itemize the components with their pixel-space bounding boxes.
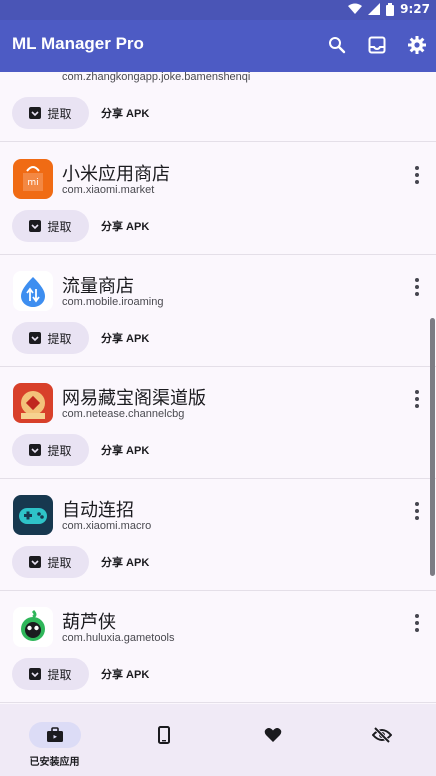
scrollbar[interactable] [430, 318, 435, 576]
wifi-icon [348, 3, 363, 14]
visibility-off-icon [371, 727, 392, 743]
share-apk-button[interactable]: 分享 APK [101, 330, 149, 346]
archive-icon [29, 220, 42, 232]
extract-button[interactable]: 提取 [12, 434, 89, 466]
app-name: 流量商店 [62, 276, 134, 297]
list-item[interactable]: 网易藏宝阁渠道版 com.netease.channelcbg 提取 分享 AP… [0, 367, 436, 479]
huluxia-icon [13, 607, 53, 647]
more-vert-icon[interactable] [408, 163, 426, 187]
package-name: com.mobile.iroaming [62, 296, 164, 308]
package-name: com.huluxia.gametools [62, 632, 175, 644]
app-name: 小米应用商店 [62, 164, 170, 185]
archive-icon [29, 107, 42, 119]
archive-icon [29, 332, 42, 344]
heart-icon [264, 728, 281, 742]
traffic-store-icon [13, 271, 53, 311]
list-item[interactable]: com.zhangkongapp.joke.bamenshenqi 提取 分享 … [0, 72, 436, 142]
app-name: 葫芦侠 [62, 612, 116, 633]
app-name: 自动连招 [62, 500, 134, 521]
battery-icon [386, 2, 395, 16]
package-name: com.xiaomi.market [62, 184, 155, 196]
archive-icon [29, 444, 42, 456]
extract-button[interactable]: 提取 [12, 322, 89, 354]
app-title: ML Manager Pro [12, 34, 144, 53]
list-item[interactable]: 葫芦侠 com.huluxia.gametools 提取 分享 APK [0, 591, 436, 703]
cellular-icon [368, 3, 381, 15]
svg-text:mi: mi [27, 178, 38, 188]
package-name: com.netease.channelcbg [62, 408, 185, 420]
gear-icon[interactable] [406, 34, 428, 56]
inbox-icon[interactable] [366, 34, 388, 56]
list-item[interactable]: 自动连招 com.xiaomi.macro 提取 分享 APK [0, 479, 436, 591]
nav-installed-label: 已安装应用 [29, 757, 80, 768]
more-vert-icon[interactable] [408, 499, 426, 523]
package-name: com.xiaomi.macro [62, 520, 152, 532]
extract-label: 提取 [47, 555, 72, 570]
search-icon[interactable] [326, 34, 348, 56]
app-name: 网易藏宝阁渠道版 [62, 388, 206, 409]
status-bar: 9:27 [0, 0, 436, 20]
extract-label: 提取 [47, 667, 72, 682]
nav-favorites[interactable] [218, 704, 327, 776]
extract-label: 提取 [47, 219, 72, 234]
list-item[interactable]: mi 小米应用商店 com.xiaomi.market 提取 分享 APK [0, 143, 436, 255]
extract-button[interactable]: 提取 [12, 658, 89, 690]
work-bag-icon [46, 727, 63, 742]
xiaomi-market-icon: mi [13, 159, 53, 199]
extract-button[interactable]: 提取 [12, 546, 89, 578]
app-list[interactable]: com.zhangkongapp.joke.bamenshenqi 提取 分享 … [0, 72, 436, 704]
nav-system-apps[interactable] [109, 704, 218, 776]
extract-label: 提取 [47, 443, 72, 458]
list-item[interactable]: 流量商店 com.mobile.iroaming 提取 分享 APK [0, 255, 436, 367]
extract-button[interactable]: 提取 [12, 97, 89, 129]
nav-hidden-apps[interactable] [327, 704, 436, 776]
package-name: com.zhangkongapp.joke.bamenshenqi [62, 72, 251, 83]
more-vert-icon[interactable] [408, 387, 426, 411]
archive-icon [29, 668, 42, 680]
share-apk-button[interactable]: 分享 APK [101, 105, 149, 121]
phone-icon [157, 726, 170, 744]
more-vert-icon[interactable] [408, 611, 426, 635]
extract-button[interactable]: 提取 [12, 210, 89, 242]
bottom-navigation: 已安装应用 [0, 704, 436, 776]
nav-installed-apps[interactable]: 已安装应用 [0, 704, 109, 776]
archive-icon [29, 556, 42, 568]
auto-combo-icon [13, 495, 53, 535]
share-apk-button[interactable]: 分享 APK [101, 218, 149, 234]
app-bar: ML Manager Pro [0, 20, 436, 72]
extract-label: 提取 [47, 106, 72, 121]
share-apk-button[interactable]: 分享 APK [101, 666, 149, 682]
status-time: 9:27 [400, 2, 430, 16]
more-vert-icon[interactable] [408, 275, 426, 299]
share-apk-button[interactable]: 分享 APK [101, 554, 149, 570]
share-apk-button[interactable]: 分享 APK [101, 442, 149, 458]
extract-label: 提取 [47, 331, 72, 346]
netease-cbg-icon [13, 383, 53, 423]
